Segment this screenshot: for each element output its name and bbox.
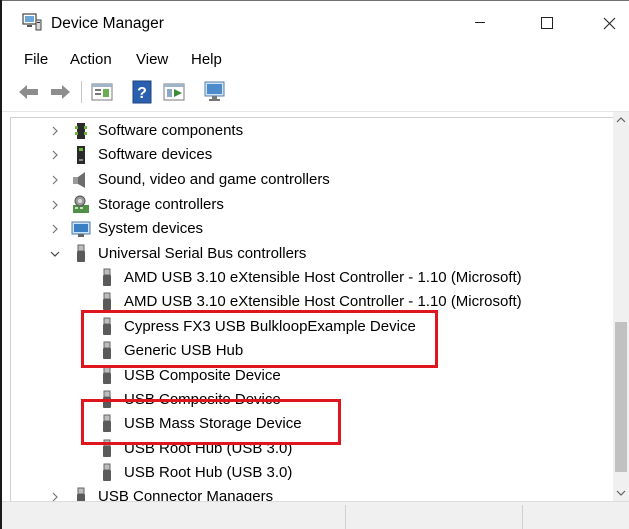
tree-category-usb-connector-managers[interactable]: USB Connector Managers [11,485,611,502]
scroll-down-arrow-icon[interactable] [613,485,629,501]
highlight-box-mass-storage [81,399,341,445]
storage-controller-icon [73,195,89,213]
chevron-right-icon[interactable] [49,223,61,235]
tree-category-label: Software components [98,122,244,139]
chevron-right-icon[interactable] [49,199,61,211]
toolbar: ? [2,75,629,111]
usb-icon [77,244,85,262]
status-bar-divider [345,505,346,529]
toolbar-divider [2,111,629,112]
device-manager-window: Device Manager File Action View Help ? S… [0,0,629,529]
maximize-button[interactable] [514,2,576,42]
status-bar [2,501,629,529]
tree-category-sound-video-game[interactable]: Sound, video and game controllers [11,168,611,192]
chevron-right-icon[interactable] [49,125,61,137]
usb-device-label: USB Composite Device [124,367,281,384]
menu-view[interactable]: View [136,51,168,69]
usb-device-icon [103,366,111,384]
scan-hardware-icon [204,81,225,101]
software-devices-icon [77,146,85,164]
vertical-scrollbar[interactable] [613,112,629,501]
scrollbar-thumb[interactable] [615,322,627,472]
toolbar-separator [81,81,82,103]
properties-button[interactable] [90,79,116,105]
tree-category-label: Storage controllers [98,196,224,213]
update-driver-icon [163,83,185,101]
tree-category-label: Sound, video and game controllers [98,171,330,188]
system-devices-icon [71,221,91,237]
update-driver-button[interactable] [162,79,188,105]
help-icon: ? [132,80,152,104]
tree-category-label: System devices [98,220,204,237]
usb-device-label: USB Root Hub (USB 3.0) [124,464,293,481]
back-arrow-icon [19,85,38,99]
properties-icon [91,83,113,101]
help-button[interactable]: ? [130,79,156,105]
usb-device-label: AMD USB 3.10 eXtensible Host Controller … [124,293,522,310]
tree-category-usb-controllers[interactable]: Universal Serial Bus controllers [11,242,611,266]
usb-device-icon [103,268,111,286]
back-button[interactable] [16,79,42,105]
highlight-box-cypress-and-hub [81,310,438,368]
chevron-right-icon[interactable] [49,174,61,186]
tree-category-label: Universal Serial Bus controllers [98,245,307,262]
usb-icon [77,487,85,502]
tree-category-label: USB Connector Managers [98,488,274,502]
forward-button[interactable] [47,79,73,105]
tree-category-software-devices[interactable]: Software devices [11,143,611,167]
menu-bar: File Action View Help [2,45,629,73]
minimize-icon [475,22,485,23]
software-components-icon [75,123,87,139]
svg-text:?: ? [137,85,147,102]
chevron-down-icon[interactable] [49,248,61,260]
tree-category-storage-controllers[interactable]: Storage controllers [11,193,611,217]
device-manager-app-icon [22,13,42,31]
usb-device-item[interactable]: USB Root Hub (USB 3.0) [11,461,611,485]
usb-device-icon [103,463,111,481]
usb-device-item[interactable]: AMD USB 3.10 eXtensible Host Controller … [11,266,611,290]
menu-action[interactable]: Action [70,51,112,69]
tree-category-software-components[interactable]: Software components [11,119,611,143]
menu-file[interactable]: File [24,51,48,69]
usb-device-icon [103,292,111,310]
window-title: Device Manager [51,15,164,32]
menu-help[interactable]: Help [191,51,222,69]
close-button[interactable] [572,2,629,42]
forward-arrow-icon [51,85,70,99]
title-bar[interactable]: Device Manager [2,1,629,43]
tree-category-system-devices[interactable]: System devices [11,217,611,241]
tree-category-label: Software devices [98,146,213,163]
chevron-right-icon[interactable] [49,149,61,161]
close-icon [603,17,616,30]
speaker-icon [73,172,85,188]
scan-hardware-button[interactable] [202,79,228,105]
status-bar-divider [522,505,523,529]
scroll-up-arrow-icon[interactable] [613,112,629,128]
usb-device-label: AMD USB 3.10 eXtensible Host Controller … [124,269,522,286]
maximize-icon [541,17,553,29]
minimize-button[interactable] [452,2,514,42]
